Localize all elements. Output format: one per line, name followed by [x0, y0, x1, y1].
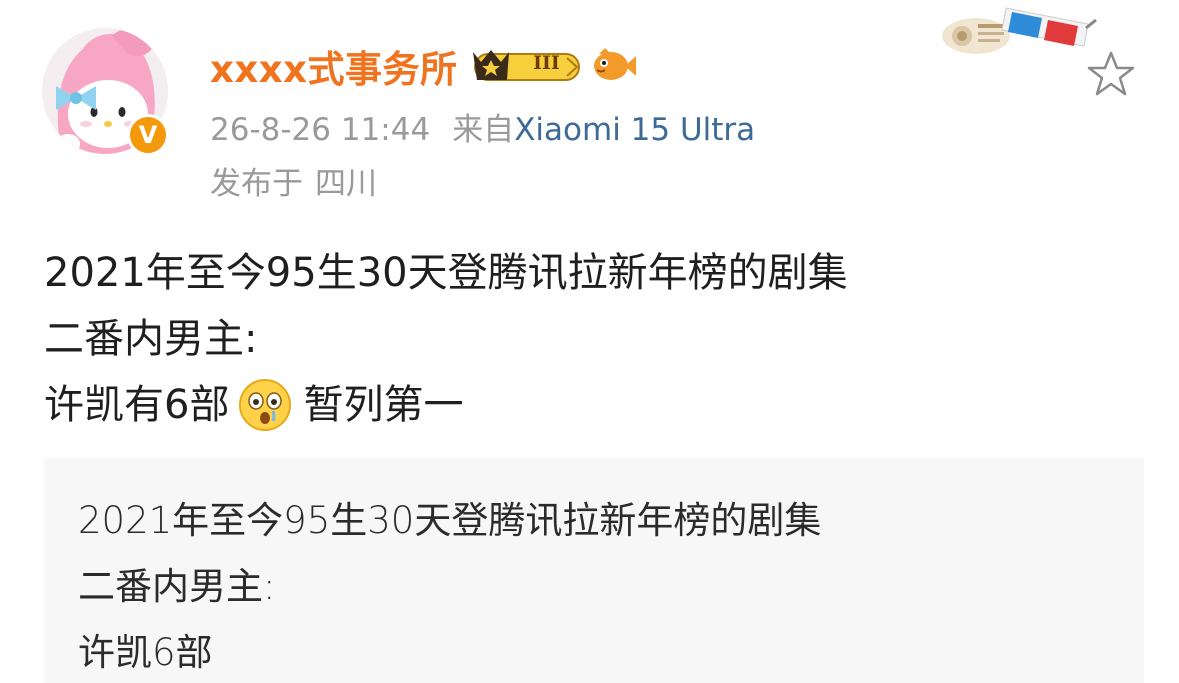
post-location: 发布于 四川 — [210, 158, 377, 203]
source-prefix: 来自 — [452, 112, 515, 148]
post-time: 26-8-26 11:44 — [210, 112, 431, 148]
weibo-post: V xxxx式事务所 III 26-8-26 11:44 来自 Xiaomi 1… — [0, 0, 1179, 683]
3d-glasses-icon[interactable] — [938, 2, 1098, 62]
content-line-2: 二番内男主: — [44, 316, 258, 362]
author-name[interactable]: xxxx式事务所 — [210, 39, 457, 93]
fish-icon — [594, 48, 637, 80]
verified-badge: V — [127, 114, 169, 156]
crown-level-icon: III — [471, 46, 583, 86]
image-text-line-1: 2021年至今95生30天登腾讯拉新年榜的剧集 — [78, 499, 822, 542]
post-content: 2021年至今95生30天登腾讯拉新年榜的剧集 二番内男主: 许凯有6部 暂列第… — [44, 240, 848, 438]
content-line-3-start: 许凯有6部 — [44, 382, 230, 428]
content-line-1: 2021年至今95生30天登腾讯拉新年榜的剧集 — [44, 250, 848, 296]
post-meta: 26-8-26 11:44 来自 Xiaomi 15 Ultra — [210, 104, 755, 149]
location-prefix: 发布于 — [210, 166, 303, 202]
post-image[interactable]: 2021年至今95生30天登腾讯拉新年榜的剧集 二番内男主: 许凯6部 — [44, 458, 1144, 683]
member-badge[interactable]: III — [471, 47, 637, 85]
author-row: xxxx式事务所 III — [210, 36, 637, 96]
image-text-line-2: 二番内男主: — [78, 565, 276, 608]
content-line-3: 许凯有6部 暂列第一 — [44, 372, 848, 438]
device-link[interactable]: Xiaomi 15 Ultra — [514, 112, 755, 148]
star-outline-icon[interactable] — [1086, 50, 1136, 96]
content-line-3-end: 暂列第一 — [303, 382, 464, 428]
shocked-face-emoji — [239, 379, 292, 431]
post-image-text: 2021年至今95生30天登腾讯拉新年榜的剧集 二番内男主: 许凯6部 — [78, 488, 821, 683]
member-level-label: III — [533, 52, 560, 74]
location-name: 四川 — [315, 166, 377, 202]
image-text-line-3: 许凯6部 — [78, 631, 213, 674]
